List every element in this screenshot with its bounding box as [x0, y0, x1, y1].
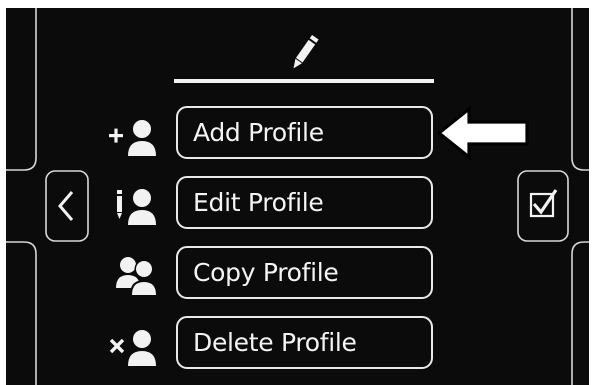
copy-users-icon [116, 257, 158, 295]
edit-profile-label: Edit Profile [193, 188, 324, 217]
chevron-left-icon [45, 170, 89, 242]
edit-profile-button[interactable]: Edit Profile [176, 176, 433, 229]
add-profile-button[interactable]: Add Profile [176, 106, 433, 159]
copy-profile-label: Copy Profile [193, 258, 339, 287]
arrow-left-icon [436, 106, 529, 161]
copy-profile-button[interactable]: Copy Profile [176, 246, 433, 299]
profile-menu-screen: Add Profile Edit Profile Copy Profile De… [6, 8, 589, 385]
add-profile-label: Add Profile [193, 118, 324, 147]
checkbox-icon [517, 170, 569, 242]
confirm-button[interactable] [516, 170, 572, 242]
delete-profile-button[interactable]: Delete Profile [176, 316, 433, 369]
pencil-icon [293, 34, 319, 69]
title-underline [174, 79, 434, 83]
delete-user-icon [109, 330, 156, 366]
add-user-icon [109, 120, 156, 156]
back-button[interactable] [38, 170, 90, 242]
edit-user-icon [117, 189, 156, 225]
delete-profile-label: Delete Profile [193, 328, 357, 357]
